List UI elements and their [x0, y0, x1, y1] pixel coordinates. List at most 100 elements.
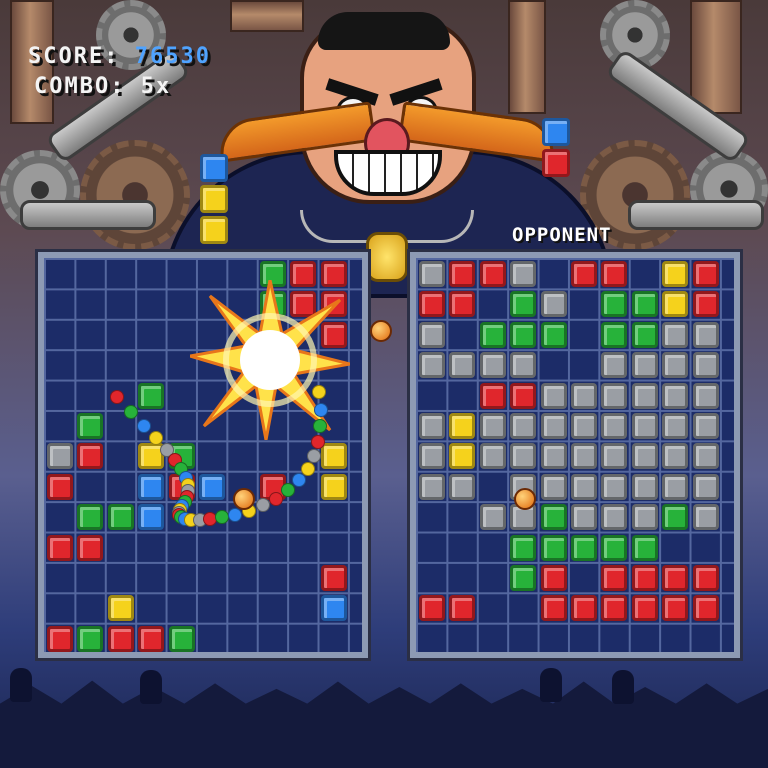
hedgehog-silhouette	[140, 670, 162, 704]
grey-block	[601, 413, 628, 439]
gear-icon	[80, 140, 190, 250]
grey-block	[662, 413, 689, 439]
red-block	[662, 565, 689, 591]
grey-block	[449, 352, 476, 379]
grey-block	[479, 443, 506, 470]
red-block	[138, 625, 165, 652]
hedgehog-silhouette	[10, 668, 32, 702]
gem-fragment	[313, 402, 328, 417]
grey-block	[692, 352, 719, 379]
grey-block	[540, 291, 567, 318]
green-block	[601, 291, 628, 318]
green-block	[540, 321, 567, 348]
grey-block	[601, 473, 628, 500]
grey-block	[692, 443, 719, 470]
grey-block	[571, 443, 597, 470]
red-block	[47, 625, 73, 652]
green-block	[540, 504, 567, 531]
pipe	[690, 0, 742, 114]
grey-block	[571, 473, 597, 500]
yellow-block	[320, 473, 347, 500]
grey-block	[601, 443, 628, 470]
grey-block	[419, 473, 445, 500]
pipe	[230, 0, 304, 32]
red-block	[601, 595, 628, 622]
hedgehog-silhouette	[612, 670, 634, 704]
garbage-orb	[233, 488, 255, 510]
grey-block	[692, 473, 719, 500]
red-next-block	[542, 149, 570, 177]
green-block	[540, 534, 567, 561]
red-block	[449, 595, 476, 622]
red-block	[479, 382, 506, 409]
grey-block	[692, 504, 719, 531]
grey-block	[662, 321, 689, 348]
gem-fragment	[110, 390, 124, 404]
boss-medal	[366, 232, 408, 282]
red-block	[47, 534, 73, 561]
red-block	[449, 291, 476, 318]
grey-block	[631, 473, 658, 500]
grey-block	[631, 504, 658, 531]
grey-block	[479, 352, 506, 379]
red-block	[107, 625, 134, 652]
red-block	[692, 565, 719, 591]
red-block	[77, 534, 104, 561]
grey-block	[631, 382, 658, 409]
green-block	[510, 291, 537, 318]
grey-block	[540, 413, 567, 439]
red-block	[662, 595, 689, 622]
combo-value: 5x	[140, 74, 172, 99]
combo-display: COMBO: 5x	[34, 74, 171, 99]
grey-block	[662, 443, 689, 470]
green-block	[479, 321, 506, 348]
grey-block	[571, 382, 597, 409]
grey-block	[510, 261, 537, 287]
red-block	[479, 261, 506, 287]
opponent-board	[410, 252, 740, 658]
yellow-next-block	[200, 216, 228, 244]
green-block	[77, 625, 104, 652]
grey-block	[692, 382, 719, 409]
grey-block	[419, 443, 445, 470]
red-block	[571, 261, 597, 287]
grey-block	[47, 443, 73, 470]
garbage-orb	[370, 320, 392, 342]
pipe	[508, 0, 546, 114]
garbage-orb	[514, 488, 536, 510]
green-block	[662, 504, 689, 531]
yellow-block	[662, 291, 689, 318]
grey-block	[419, 352, 445, 379]
gem-fragment	[228, 507, 243, 522]
green-block	[631, 534, 658, 561]
robot-arm	[20, 200, 156, 230]
red-block	[449, 261, 476, 287]
yellow-block	[320, 443, 347, 470]
green-block	[168, 625, 195, 652]
grey-block	[510, 443, 537, 470]
blue-block	[199, 473, 225, 500]
green-block	[510, 565, 537, 591]
grey-block	[631, 352, 658, 379]
blue-next-block	[200, 154, 228, 182]
combo-label: COMBO:	[34, 74, 126, 99]
yellow-block	[662, 261, 689, 287]
green-block	[510, 534, 537, 561]
red-block	[631, 595, 658, 622]
red-block	[540, 595, 567, 622]
grey-block	[662, 382, 689, 409]
boss-hair	[318, 12, 450, 50]
grey-block	[662, 352, 689, 379]
gem-fragment	[137, 418, 152, 433]
score-value: 76530	[134, 44, 211, 69]
grey-block	[662, 473, 689, 500]
grey-block	[692, 413, 719, 439]
red-block	[419, 595, 445, 622]
gem-fragment	[300, 462, 315, 477]
green-block	[77, 413, 104, 439]
red-block	[601, 565, 628, 591]
green-block	[601, 321, 628, 348]
grey-block	[510, 413, 537, 439]
grey-block	[449, 473, 476, 500]
grey-block	[692, 321, 719, 348]
